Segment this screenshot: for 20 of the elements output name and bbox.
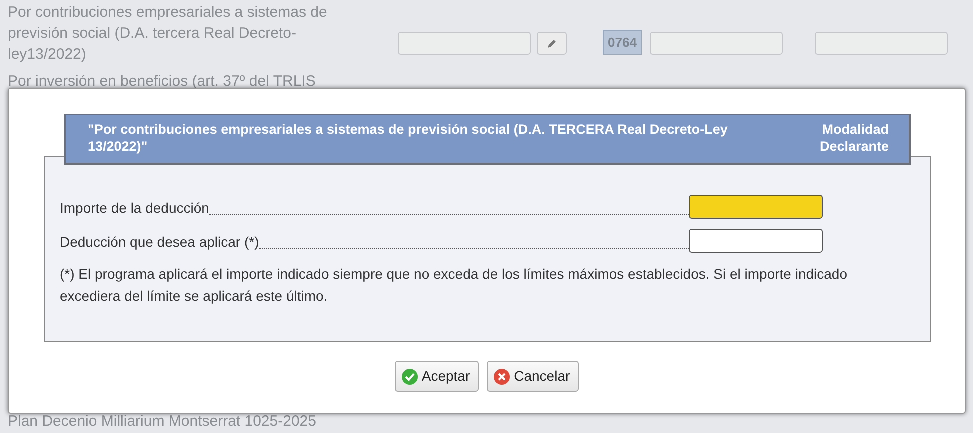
row-label: Plan Decenio Milliarium Montserrat 1025-2025	[8, 412, 318, 432]
field-label: Deducción que desea aplicar (*)	[60, 233, 260, 252]
close-icon	[493, 368, 512, 386]
check-icon	[400, 368, 419, 386]
input-field[interactable]	[689, 195, 824, 219]
text-input[interactable]	[398, 32, 531, 55]
input-field[interactable]	[689, 229, 824, 253]
field-label: Importe de la deducción	[60, 199, 210, 218]
amount-field[interactable]	[650, 32, 783, 55]
amount-field[interactable]	[814, 32, 948, 55]
modality-label: Modalidad Declarante	[818, 121, 889, 156]
cancel-button[interactable]: Cancelar	[487, 361, 580, 392]
pencil-icon	[546, 38, 558, 50]
dialog-title: "Por contribuciones empresariales a sistemas de previsión social (D.A. TERCERA Real Decreto-Ley 13/2022)"	[88, 121, 729, 156]
accept-button[interactable]: Aceptar	[394, 361, 480, 392]
footnote-text: (*) El programa aplicará el importe indicado siempre que no exceda de los límites máximos establecidos. Si el importe indicado excediera del límite se aplicará este último.	[60, 265, 848, 306]
row-label: Por inversión en beneficios (art. 37º del TRLIS	[8, 72, 317, 92]
box-code: 0764	[603, 30, 642, 55]
edit-button[interactable]	[537, 32, 567, 55]
row-label: Por contribuciones empresariales a sistemas de previsión social (D.A. tercera Real Decreto-ley13/2022)	[8, 3, 328, 65]
